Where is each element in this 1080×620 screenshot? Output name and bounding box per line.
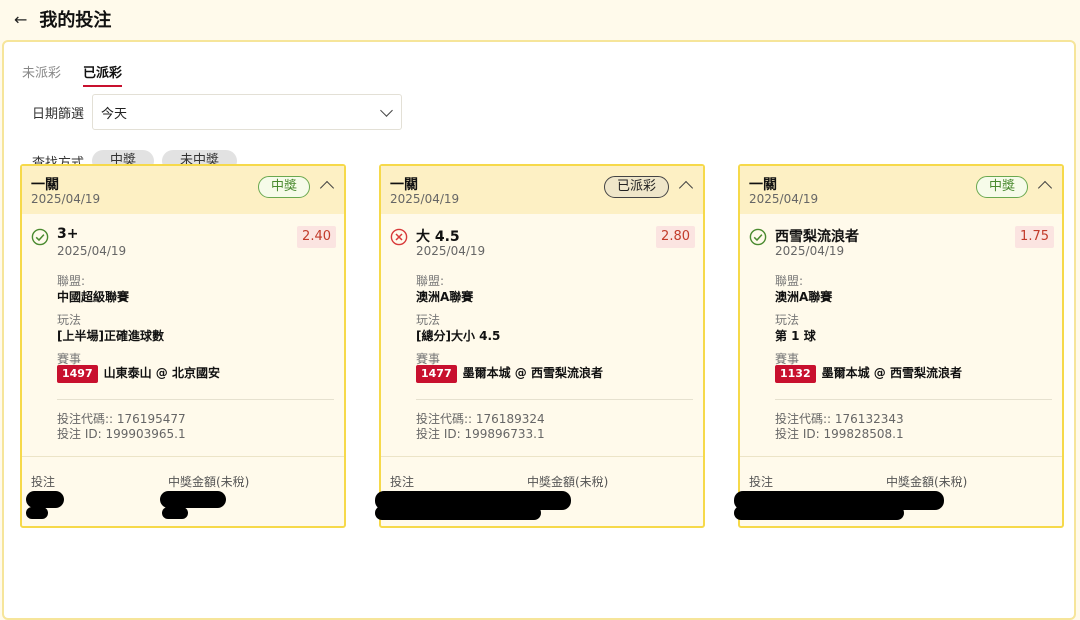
top-bar: ← 我的投注 bbox=[0, 0, 1080, 38]
tab-bar: 未派彩 已派彩 bbox=[22, 62, 123, 87]
event-number-badge: 1477 bbox=[416, 365, 457, 383]
selection-date: 2025/04/19 bbox=[57, 244, 127, 258]
odds-value: 2.80 bbox=[656, 226, 695, 248]
bet-card-body: 3+ 2025/04/19 2.40 聯盟: 中國超級聯賽 玩法 [上半場]正確… bbox=[22, 214, 344, 456]
bet-card-header[interactable]: 一關 2025/04/19 已派彩 bbox=[381, 166, 703, 214]
bet-date: 2025/04/19 bbox=[31, 192, 101, 206]
bet-card: 一關 2025/04/19 中獎 西雪梨流浪者 2025/04/19 1.75 … bbox=[734, 164, 1064, 528]
date-filter-value: 今天 bbox=[101, 106, 128, 122]
bet-id: 投注 ID: 199903965.1 bbox=[57, 427, 186, 441]
selection-name: 3+ bbox=[57, 226, 79, 242]
bet-card-footer: 投注 中獎金額(未稅) bbox=[22, 456, 344, 527]
bet-card-header[interactable]: 一關 2025/04/19 中獎 bbox=[740, 166, 1062, 214]
payout-label: 中獎金額(未稅) bbox=[886, 475, 968, 489]
status-badge: 已派彩 bbox=[603, 176, 669, 198]
odds-value: 2.40 bbox=[297, 226, 336, 248]
odds-value: 1.75 bbox=[1015, 226, 1054, 248]
divider bbox=[416, 399, 693, 400]
bet-card-body: 大 4.5 2025/04/19 2.80 聯盟: 澳洲A聯賽 玩法 [總分]大… bbox=[381, 214, 703, 456]
chevron-down-icon bbox=[380, 103, 393, 117]
redaction-mark bbox=[160, 491, 226, 508]
tab-unsettled[interactable]: 未派彩 bbox=[22, 62, 61, 87]
league-label: 聯盟: bbox=[416, 274, 445, 288]
check-circle-icon bbox=[31, 228, 49, 246]
bet-type: 一關 bbox=[390, 177, 418, 193]
check-circle-icon bbox=[749, 228, 767, 246]
league-label: 聯盟: bbox=[57, 274, 86, 288]
event-teams: 墨爾本城 @ 西雪梨流浪者 bbox=[462, 366, 603, 380]
chevron-up-icon[interactable] bbox=[1037, 180, 1053, 196]
bet-card-body: 西雪梨流浪者 2025/04/19 1.75 聯盟: 澳洲A聯賽 玩法 第 1 … bbox=[740, 214, 1062, 456]
status-badge: 中獎 bbox=[975, 176, 1028, 198]
chevron-up-icon[interactable] bbox=[319, 180, 335, 196]
bet-date: 2025/04/19 bbox=[749, 192, 819, 206]
stake-label: 投注 bbox=[31, 475, 56, 489]
bet-date: 2025/04/19 bbox=[390, 192, 460, 206]
event-value: 1132 墨爾本城 @ 西雪梨流浪者 bbox=[775, 364, 962, 383]
league-value: 澳洲A聯賽 bbox=[416, 290, 474, 304]
bet-card-header[interactable]: 一關 2025/04/19 中獎 bbox=[22, 166, 344, 214]
date-filter-row: 日期篩選 今天 bbox=[32, 94, 402, 130]
event-value: 1477 墨爾本城 @ 西雪梨流浪者 bbox=[416, 364, 603, 383]
bet-card: 一關 2025/04/19 已派彩 大 4.5 2025/04/19 2.80 … bbox=[375, 164, 705, 528]
event-number-badge: 1132 bbox=[775, 365, 816, 383]
redaction-mark bbox=[734, 506, 904, 520]
play-value: 第 1 球 bbox=[775, 329, 816, 343]
status-badge: 中獎 bbox=[257, 176, 310, 198]
date-filter-label: 日期篩選 bbox=[32, 106, 85, 122]
event-value: 1497 山東泰山 @ 北京國安 bbox=[57, 364, 220, 383]
league-value: 中國超級聯賽 bbox=[57, 290, 130, 304]
redaction-mark bbox=[375, 506, 541, 520]
back-arrow-icon[interactable]: ← bbox=[14, 10, 27, 29]
bet-type: 一關 bbox=[31, 177, 59, 193]
bet-card: 一關 2025/04/19 中獎 3+ 2025/04/19 2.40 聯盟: … bbox=[20, 164, 346, 528]
league-value: 澳洲A聯賽 bbox=[775, 290, 833, 304]
tab-settled[interactable]: 已派彩 bbox=[83, 62, 123, 87]
bet-id: 投注 ID: 199828508.1 bbox=[775, 427, 904, 441]
date-filter-select[interactable]: 今天 bbox=[92, 94, 402, 130]
play-label: 玩法 bbox=[775, 313, 800, 327]
league-label: 聯盟: bbox=[775, 274, 804, 288]
bet-card-footer: 投注 中獎金額(未稅) bbox=[375, 456, 703, 527]
chevron-up-icon[interactable] bbox=[678, 180, 694, 196]
divider bbox=[57, 399, 334, 400]
redaction-mark bbox=[26, 491, 64, 508]
cross-circle-icon bbox=[390, 228, 408, 246]
event-teams: 墨爾本城 @ 西雪梨流浪者 bbox=[821, 366, 962, 380]
selection-date: 2025/04/19 bbox=[416, 244, 486, 258]
redaction-mark bbox=[26, 507, 48, 519]
payout-label: 中獎金額(未稅) bbox=[168, 475, 250, 489]
event-number-badge: 1497 bbox=[57, 365, 98, 383]
play-value: [總分]大小 4.5 bbox=[416, 329, 501, 343]
redaction-mark bbox=[162, 507, 188, 519]
bet-type: 一關 bbox=[749, 177, 777, 193]
selection-name: 大 4.5 bbox=[416, 229, 460, 245]
stake-label: 投注 bbox=[390, 475, 415, 489]
page-title: 我的投注 bbox=[39, 10, 112, 31]
stake-label: 投注 bbox=[749, 475, 774, 489]
event-teams: 山東泰山 @ 北京國安 bbox=[103, 366, 220, 380]
play-label: 玩法 bbox=[57, 313, 82, 327]
payout-label: 中獎金額(未稅) bbox=[527, 475, 609, 489]
play-value: [上半場]正確進球數 bbox=[57, 329, 164, 343]
bet-id: 投注 ID: 199896733.1 bbox=[416, 427, 545, 441]
selection-name: 西雪梨流浪者 bbox=[775, 229, 859, 245]
divider bbox=[775, 399, 1052, 400]
selection-date: 2025/04/19 bbox=[775, 244, 845, 258]
bet-card-footer: 投注 中獎金額(未稅) bbox=[734, 456, 1062, 527]
play-label: 玩法 bbox=[416, 313, 441, 327]
